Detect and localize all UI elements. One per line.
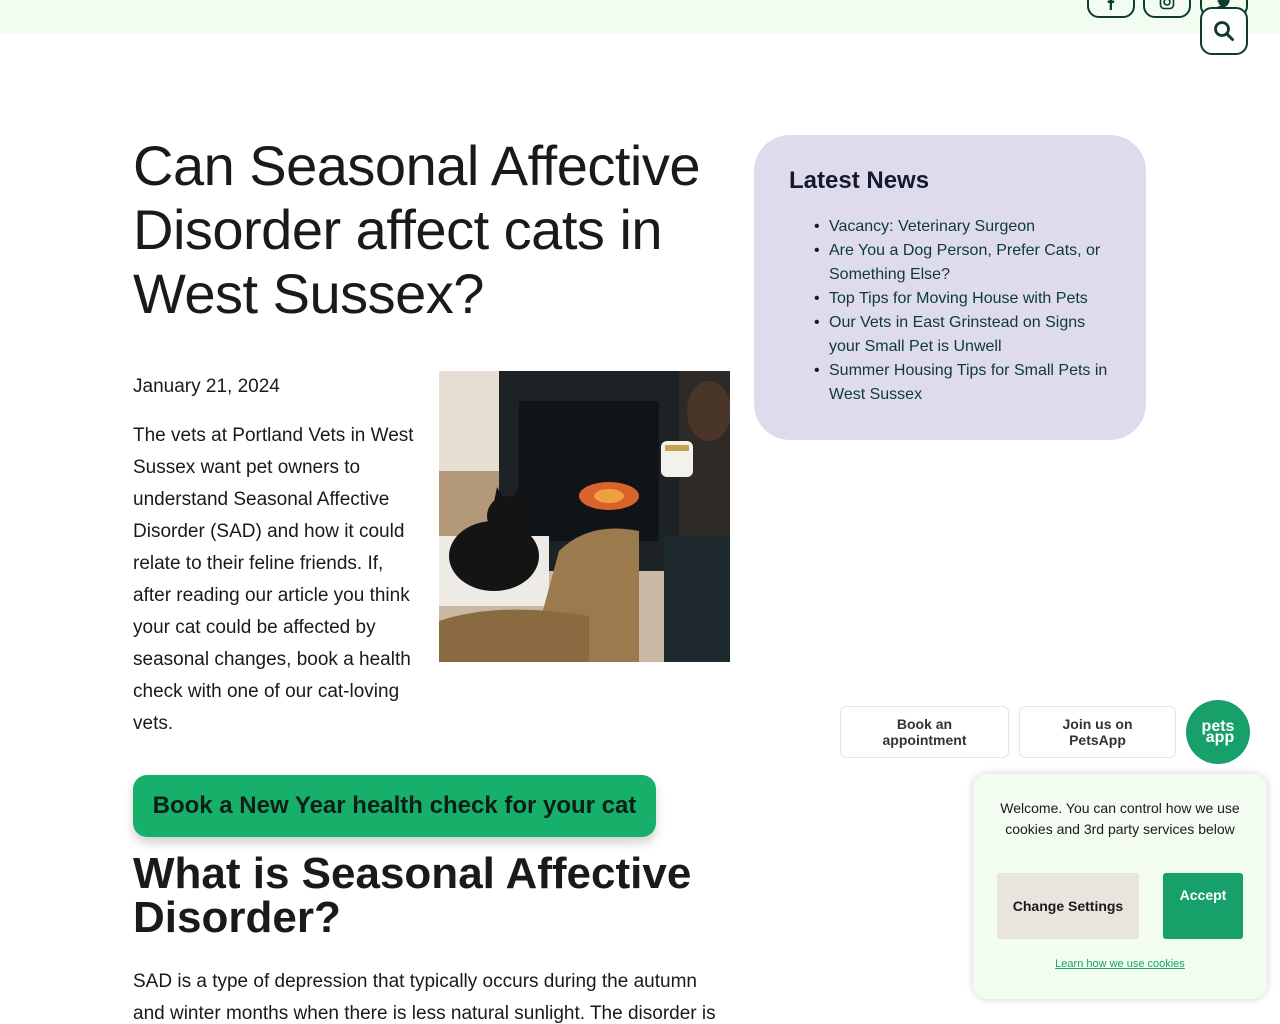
article-title: Can Seasonal Affective Disorder affect c… xyxy=(133,134,701,325)
facebook-link[interactable] xyxy=(1087,0,1135,18)
search-button[interactable] xyxy=(1200,7,1248,55)
search-icon xyxy=(1214,21,1234,41)
instagram-icon xyxy=(1159,0,1175,10)
news-link[interactable]: Vacancy: Veterinary Surgeon xyxy=(829,218,1035,235)
change-settings-button[interactable]: Change Settings xyxy=(997,873,1139,939)
section-text: SAD is a type of depression that typical… xyxy=(133,971,716,1024)
news-link[interactable]: Top Tips for Moving House with Pets xyxy=(829,290,1088,307)
petsapp-logo-line2: app xyxy=(1205,729,1235,746)
cat-by-fireplace-image xyxy=(439,371,730,662)
news-link[interactable]: Summer Housing Tips for Small Pets in We… xyxy=(829,362,1107,403)
cookie-banner: Welcome. You can control how we use cook… xyxy=(973,774,1267,999)
facebook-icon xyxy=(1107,0,1115,10)
section-heading: What is Seasonal Affective Disorder? xyxy=(133,849,692,942)
instagram-link[interactable] xyxy=(1143,0,1191,18)
book-appointment-button[interactable]: Book an appointment xyxy=(840,706,1009,758)
news-item: Are You a Dog Person, Prefer Cats, or So… xyxy=(814,239,1111,287)
petsapp-logo-button[interactable]: pets app xyxy=(1186,700,1250,764)
accept-button[interactable]: Accept xyxy=(1163,873,1243,939)
latest-news-title: Latest News xyxy=(789,167,930,194)
news-item: Summer Housing Tips for Small Pets in We… xyxy=(814,359,1111,407)
news-item: Our Vets in East Grinstead on Signs your… xyxy=(814,311,1111,359)
article-intro: The vets at Portland Vets in West Sussex… xyxy=(133,425,414,734)
news-link[interactable]: Our Vets in East Grinstead on Signs your… xyxy=(829,314,1085,355)
cookie-message: Welcome. You can control how we use cook… xyxy=(1000,800,1240,837)
join-petsapp-button[interactable]: Join us on PetsApp xyxy=(1019,706,1176,758)
article-date: January 21, 2024 xyxy=(133,376,280,397)
news-link[interactable]: Are You a Dog Person, Prefer Cats, or So… xyxy=(829,242,1100,283)
news-item: Vacancy: Veterinary Surgeon xyxy=(814,215,1111,239)
book-health-check-button[interactable]: Book a New Year health check for your ca… xyxy=(133,775,656,837)
news-item: Top Tips for Moving House with Pets xyxy=(814,287,1111,311)
learn-cookies-link[interactable]: Learn how we use cookies xyxy=(973,958,1267,970)
latest-news-panel: Latest News Vacancy: Veterinary Surgeon … xyxy=(754,135,1146,440)
latest-news-list: Vacancy: Veterinary Surgeon Are You a Do… xyxy=(789,215,1111,407)
